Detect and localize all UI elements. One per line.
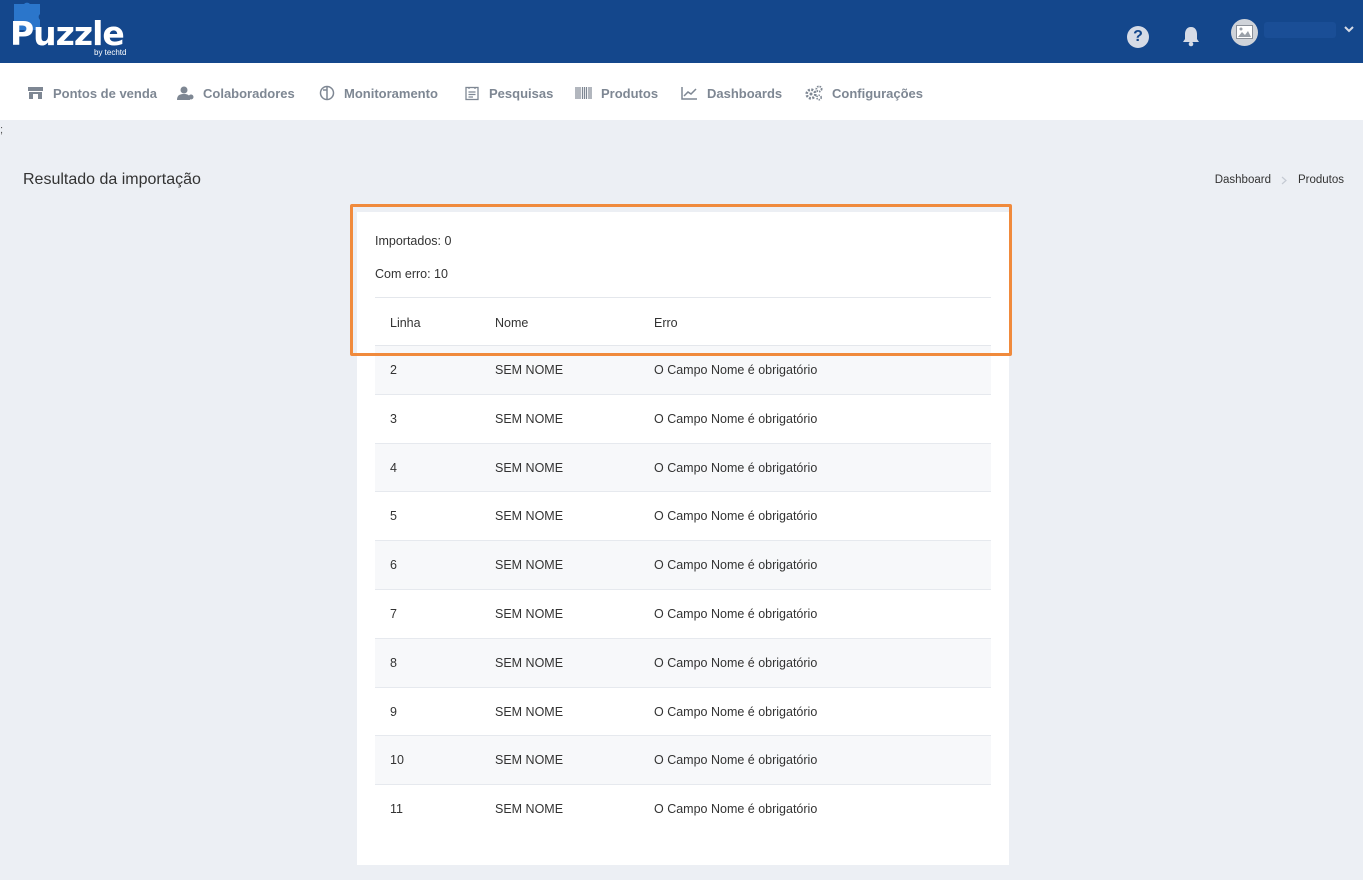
top-bar: Puzzle by techtd ? bbox=[0, 0, 1363, 63]
chevron-down-icon[interactable] bbox=[1344, 24, 1354, 34]
errors-table: Linha Nome Erro 2 SEM NOME O Campo Nome é … bbox=[375, 297, 991, 834]
column-header-nome: Nome bbox=[495, 316, 529, 330]
cell-linha: 11 bbox=[390, 802, 403, 817]
table-row: 5 SEM NOME O Campo Nome é obrigatório bbox=[375, 492, 991, 542]
cell-linha: 7 bbox=[390, 606, 397, 621]
cell-nome: SEM NOME bbox=[495, 802, 564, 817]
bell-icon[interactable] bbox=[1180, 25, 1202, 47]
cell-erro: O Campo Nome é obrigatório bbox=[654, 606, 818, 621]
table-body: 2 SEM NOME O Campo Nome é obrigatório 3 SEM… bbox=[375, 346, 991, 834]
breadcrumb-produtos: Produtos bbox=[1297, 174, 1344, 186]
cell-linha: 10 bbox=[390, 753, 404, 768]
cell-erro: O Campo Nome é obrigatório bbox=[654, 363, 818, 377]
chart-icon bbox=[681, 86, 697, 100]
cell-nome: SEM NOME bbox=[495, 704, 564, 719]
table-row: 9 SEM NOME O Campo Nome é obrigatório bbox=[375, 688, 991, 737]
nav-item-pesquisas[interactable]: Pesquisas bbox=[465, 83, 553, 103]
table-row: 4 SEM NOME O Campo Nome é obrigatório bbox=[375, 443, 991, 493]
cell-linha: 2 bbox=[390, 363, 397, 377]
nav-item-colaboradores[interactable]: Colaboradores bbox=[177, 83, 295, 103]
survey-icon bbox=[465, 86, 479, 100]
nav-label: Monitoramento bbox=[344, 85, 438, 101]
cell-linha: 6 bbox=[390, 558, 397, 573]
cell-nome: SEM NOME bbox=[495, 460, 564, 475]
barcode-icon bbox=[575, 87, 592, 99]
cell-linha: 5 bbox=[390, 509, 397, 524]
error-count: Com erro: 10 bbox=[375, 267, 448, 281]
cell-erro: O Campo Nome é obrigatório bbox=[654, 655, 818, 670]
breadcrumb: Dashboard Produtos bbox=[1215, 174, 1344, 186]
page-title: Resultado da importação bbox=[23, 171, 201, 188]
nav-item-monitoramento[interactable]: Monitoramento bbox=[319, 83, 438, 103]
cell-linha: 8 bbox=[390, 655, 397, 670]
table-row: 7 SEM NOME O Campo Nome é obrigatório bbox=[375, 590, 991, 639]
table-row: 6 SEM NOME O Campo Nome é obrigatório bbox=[375, 541, 991, 590]
cell-nome: SEM NOME bbox=[495, 753, 564, 768]
table-row: 11 SEM NOME O Campo Nome é obrigatório bbox=[375, 785, 991, 834]
nav-label: Configurações bbox=[832, 85, 924, 101]
image-placeholder-icon bbox=[1236, 25, 1253, 39]
column-header-linha: Linha bbox=[390, 316, 421, 330]
nav-label: Pontos de venda bbox=[53, 85, 158, 101]
cell-nome: SEM NOME bbox=[495, 411, 564, 426]
table-row: 3 SEM NOME O Campo Nome é obrigatório bbox=[375, 395, 991, 444]
cell-erro: O Campo Nome é obrigatório bbox=[654, 704, 818, 719]
cell-erro: O Campo Nome é obrigatório bbox=[654, 509, 818, 524]
nav-item-dashboards[interactable]: Dashboards bbox=[681, 83, 782, 103]
puzzle-logo[interactable]: Puzzle by techtd bbox=[10, 2, 150, 62]
column-header-erro: Erro bbox=[654, 316, 678, 330]
cell-nome: SEM NOME bbox=[495, 509, 564, 524]
gears-icon bbox=[805, 85, 823, 101]
stray-text: ; bbox=[0, 124, 4, 136]
table-row: 8 SEM NOME O Campo Nome é obrigatório bbox=[375, 638, 991, 688]
breadcrumb-dashboard[interactable]: Dashboard bbox=[1215, 174, 1271, 186]
imported-count: Importados: 0 bbox=[375, 234, 452, 248]
main-nav: Pontos de venda Colaboradores Monitorame… bbox=[0, 63, 1363, 120]
table-header: Linha Nome Erro bbox=[375, 297, 991, 346]
table-row: 2 SEM NOME O Campo Nome é obrigatório bbox=[375, 346, 991, 395]
help-icon[interactable]: ? bbox=[1127, 26, 1149, 48]
nav-label: Pesquisas bbox=[489, 85, 554, 101]
nav-label: Produtos bbox=[601, 85, 659, 101]
nav-item-configuracoes[interactable]: Configurações bbox=[805, 83, 923, 103]
logo-tagline: by techtd bbox=[94, 48, 127, 57]
cell-erro: O Campo Nome é obrigatório bbox=[654, 558, 818, 573]
cell-erro: O Campo Nome é obrigatório bbox=[654, 753, 818, 768]
nav-label: Dashboards bbox=[707, 85, 783, 101]
cell-erro: O Campo Nome é obrigatório bbox=[654, 460, 818, 475]
import-result-card: Importados: 0 Com erro: 10 Linha Nome Er… bbox=[357, 212, 1009, 865]
cell-nome: SEM NOME bbox=[495, 363, 564, 377]
cell-nome: SEM NOME bbox=[495, 606, 564, 621]
username-redacted[interactable] bbox=[1264, 22, 1336, 38]
cell-linha: 9 bbox=[390, 704, 397, 719]
nav-item-produtos[interactable]: Produtos bbox=[575, 83, 658, 103]
monitor-icon bbox=[319, 85, 335, 101]
cell-erro: O Campo Nome é obrigatório bbox=[654, 802, 818, 817]
avatar[interactable] bbox=[1231, 19, 1258, 46]
cell-nome: SEM NOME bbox=[495, 655, 564, 670]
cell-erro: O Campo Nome é obrigatório bbox=[654, 411, 818, 426]
store-icon bbox=[28, 87, 43, 99]
chevron-right-icon bbox=[1281, 176, 1287, 184]
nav-label: Colaboradores bbox=[203, 85, 295, 101]
cell-linha: 4 bbox=[390, 460, 397, 475]
cell-linha: 3 bbox=[390, 411, 397, 426]
nav-item-pontos-de-venda[interactable]: Pontos de venda bbox=[27, 83, 157, 103]
table-row: 10 SEM NOME O Campo Nome é obrigatório bbox=[375, 736, 991, 786]
cell-nome: SEM NOME bbox=[495, 558, 564, 573]
users-icon bbox=[177, 86, 194, 100]
